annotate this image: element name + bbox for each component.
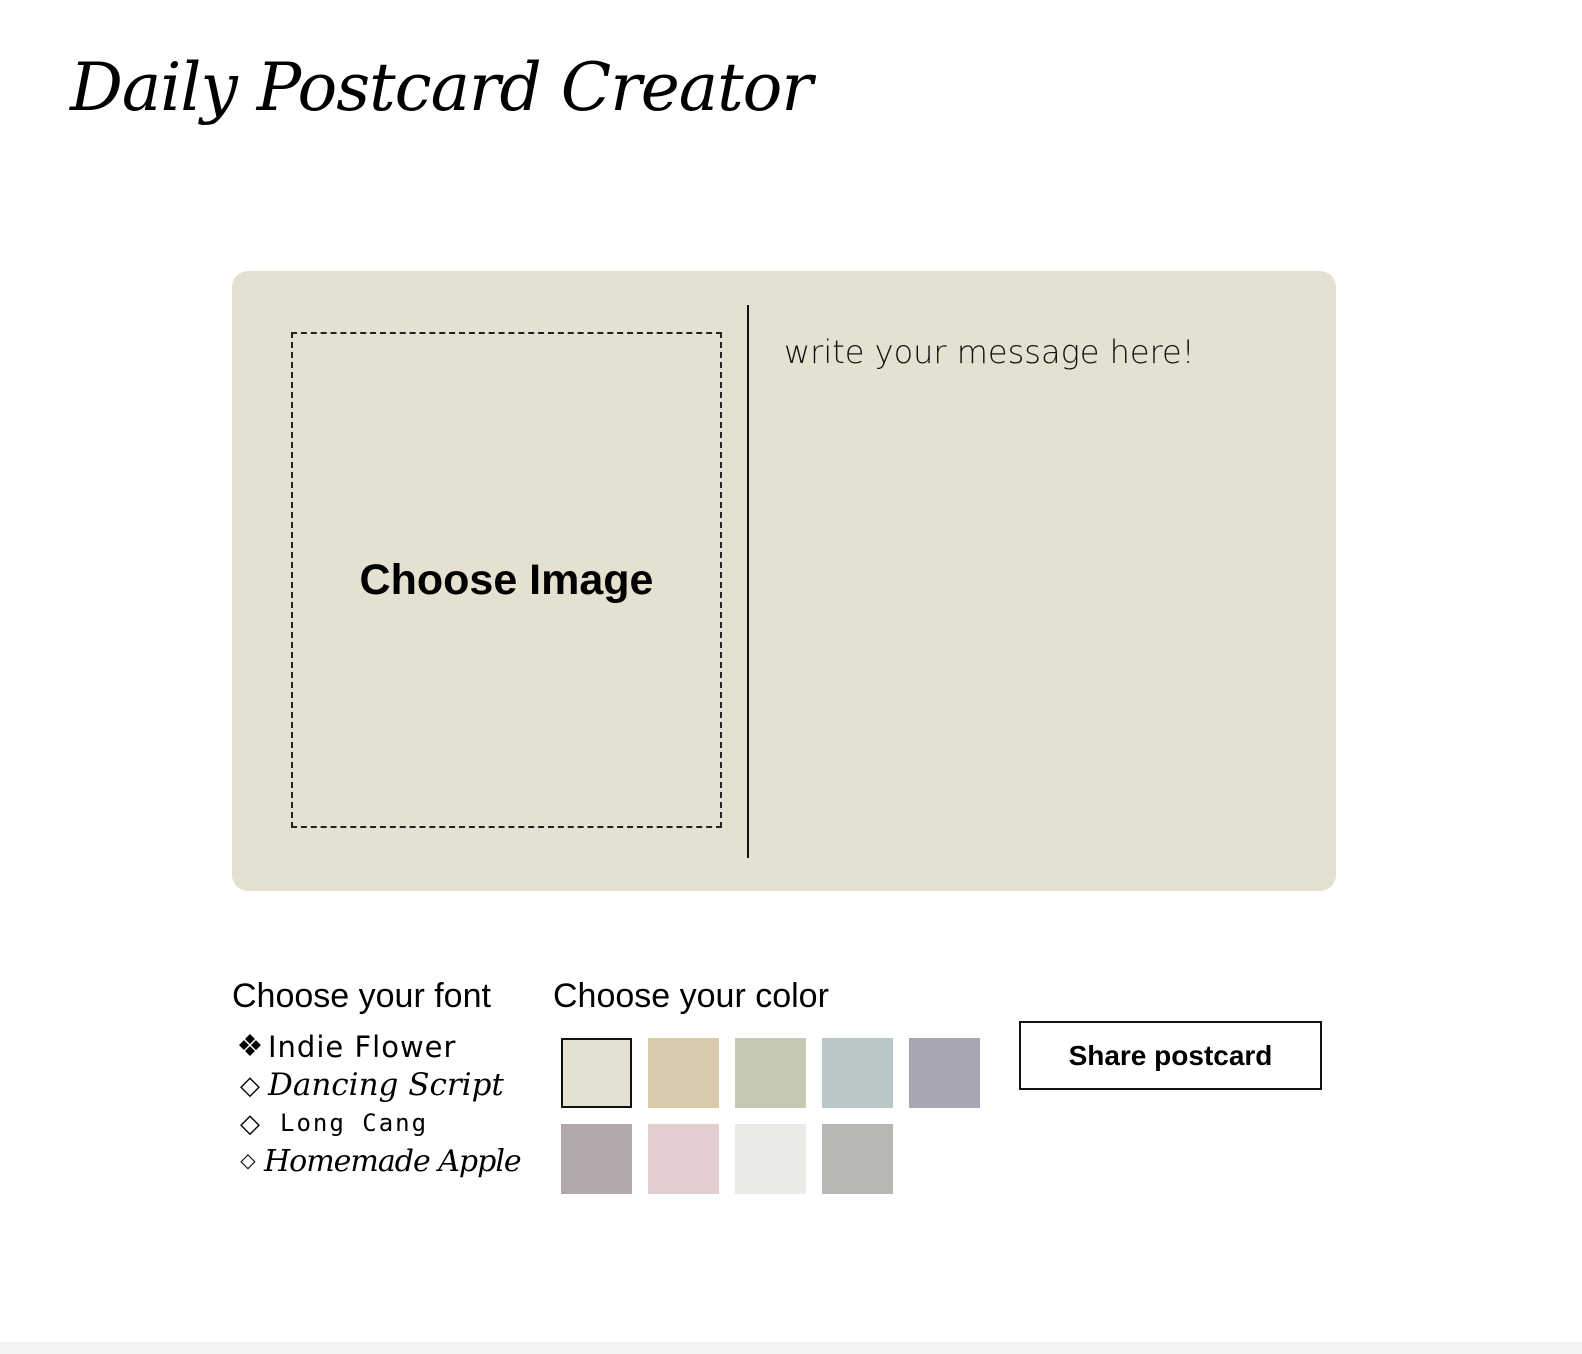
color-picker-heading: Choose your color [553, 977, 829, 1015]
font-option-label: Homemade Apple [264, 1143, 522, 1179]
font-picker: Choose your font ❖ Indie Flower ◇ Dancin… [232, 976, 522, 1180]
unselected-bullet-icon: ◇ [240, 1070, 260, 1100]
font-option-label: Indie Flower [268, 1030, 457, 1064]
postcard: Choose Image [232, 271, 1336, 891]
page-title: Daily Postcard Creator [70, 49, 813, 126]
font-picker-heading: Choose your font [232, 977, 491, 1015]
message-input[interactable] [784, 333, 1304, 813]
color-swatch[interactable] [735, 1038, 806, 1108]
unselected-bullet-icon: ◇ [240, 1108, 260, 1138]
color-swatch[interactable] [822, 1038, 893, 1108]
color-swatch[interactable] [561, 1038, 632, 1108]
unselected-bullet-icon: ◇ [240, 1150, 256, 1172]
selected-bullet-icon: ❖ [236, 1030, 264, 1063]
color-swatch[interactable] [561, 1124, 632, 1194]
color-swatch-grid [561, 1038, 991, 1194]
font-option-dancing-script[interactable]: ◇ Dancing Script [232, 1066, 521, 1104]
page-footer-strip [0, 1342, 1582, 1354]
postcard-divider [747, 305, 749, 858]
color-swatch[interactable] [735, 1124, 806, 1194]
color-swatch[interactable] [648, 1124, 719, 1194]
font-option-label: Long Cang [280, 1109, 429, 1137]
font-option-indie-flower[interactable]: ❖ Indie Flower [232, 1028, 521, 1066]
choose-image-button[interactable]: Choose Image [291, 332, 722, 828]
color-picker: Choose your color [553, 976, 980, 1194]
font-option-list: ❖ Indie Flower ◇ Dancing Script ◇ Long C… [232, 1028, 522, 1180]
color-swatch[interactable] [909, 1038, 980, 1108]
choose-image-label: Choose Image [359, 555, 654, 604]
color-swatch[interactable] [648, 1038, 719, 1108]
font-option-long-cang[interactable]: ◇ Long Cang [232, 1104, 521, 1142]
share-postcard-button[interactable]: Share postcard [1019, 1021, 1322, 1090]
color-swatch[interactable] [822, 1124, 893, 1194]
font-option-homemade-apple[interactable]: ◇ Homemade Apple [232, 1142, 521, 1180]
font-option-label: Dancing Script [268, 1067, 504, 1103]
